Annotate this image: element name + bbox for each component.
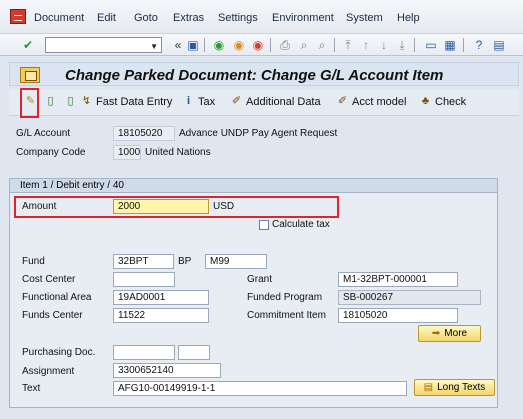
arrow-right-icon: ➡ [431, 328, 441, 339]
text-field[interactable]: AFG10-00149919-1-1 [113, 381, 407, 396]
menu-edit[interactable]: Edit [97, 12, 116, 24]
acct-model-icon: ✐ [337, 95, 348, 107]
other-document-button[interactable]: ▯ [44, 95, 57, 108]
assignment-label: Assignment [22, 366, 75, 377]
fast-data-entry-button[interactable]: ▯ ↯ Fast Data Entry [64, 95, 172, 108]
last-page-icon[interactable]: ⤓ [394, 37, 410, 53]
fund-business-area-label: BP [178, 256, 192, 267]
grant-label: Grant [247, 274, 273, 285]
menu-extras[interactable]: Extras [173, 12, 204, 24]
info-icon: i [186, 95, 191, 107]
gl-account-description: Advance UNDP Pay Agent Request [179, 128, 338, 139]
application-toolbar: ✎ ▯ ▯ ↯ Fast Data Entry i Tax ✐ Addition… [9, 89, 519, 116]
cancel-icon[interactable]: ◉ [250, 37, 266, 53]
text-label: Text [22, 383, 41, 394]
title-area: Change Parked Document: Change G/L Accou… [9, 62, 519, 86]
check-label: Check [435, 95, 467, 108]
company-code-field[interactable]: 1000 [113, 145, 141, 160]
tax-label: Tax [198, 95, 216, 108]
print-icon[interactable]: ⎙ [277, 37, 293, 53]
check-button[interactable]: ♣ Check [419, 95, 466, 108]
document-icon[interactable] [20, 67, 40, 83]
more-button[interactable]: ➡ More [418, 325, 481, 342]
document-switch-icon: ▯ [47, 95, 54, 107]
menu-goto[interactable]: Goto [134, 12, 158, 24]
help-icon[interactable]: ? [471, 37, 487, 53]
menu-help[interactable]: Help [397, 12, 420, 24]
company-code-label: Company Code [16, 147, 86, 158]
long-texts-label: Long Texts [437, 382, 486, 393]
tax-button[interactable]: i Tax [182, 95, 215, 108]
cost-center-label: Cost Center [22, 274, 76, 285]
commitment-item-field[interactable]: 18105020 [338, 308, 458, 323]
additional-data-icon: ✐ [231, 95, 242, 107]
additional-data-button[interactable]: ✐ Additional Data [230, 95, 321, 108]
shortcut-icon[interactable]: ▦ [442, 37, 458, 53]
funds-center-label: Funds Center [22, 310, 83, 321]
funded-program-field[interactable]: SB-000267 [338, 290, 481, 305]
cost-center-field[interactable] [113, 272, 175, 287]
gl-account-field[interactable]: 18105020 [113, 126, 175, 141]
funds-center-field[interactable]: 11522 [113, 308, 209, 323]
new-session-icon[interactable]: ▭ [423, 37, 439, 53]
check-icon[interactable]: ✔ [20, 37, 36, 53]
acct-model-button[interactable]: ✐ Acct model [336, 95, 407, 108]
find-next-icon[interactable]: ⌕ [314, 37, 330, 53]
find-icon[interactable]: ⌕ [296, 37, 312, 53]
long-texts-button[interactable]: ▤ Long Texts [414, 379, 495, 396]
sap-menu-icon[interactable] [10, 9, 26, 24]
fund-field[interactable]: 32BPT [113, 254, 174, 269]
page-title: Change Parked Document: Change G/L Accou… [65, 67, 444, 84]
highlight-box-amount [14, 196, 339, 218]
calculate-tax-checkbox[interactable] [259, 220, 269, 230]
commitment-item-label: Commitment Item [247, 310, 326, 321]
fast-data-entry-label: Fast Data Entry [96, 95, 173, 108]
highlight-box-display-change [20, 88, 39, 118]
more-label: More [444, 328, 468, 339]
purchasing-doc-label: Purchasing Doc. [22, 347, 96, 358]
long-texts-icon: ▤ [423, 382, 434, 393]
company-code-description: United Nations [145, 147, 211, 158]
standard-toolbar: ✔ ▼ « ▣ ◉ ◉ ◉ ⎙ ⌕ ⌕ ⤒ ↑ ↓ ⤓ ▭ ▦ ? ▤ [0, 34, 523, 56]
gl-account-label: G/L Account [16, 128, 71, 139]
check-icon: ♣ [421, 95, 430, 107]
menu-bar: Document Edit Goto Extras Settings Envir… [0, 0, 523, 34]
exit-icon[interactable]: ◉ [231, 37, 247, 53]
save-icon[interactable]: ▣ [185, 37, 201, 53]
purchasing-doc-field[interactable] [113, 345, 175, 360]
previous-page-icon[interactable]: ↑ [358, 37, 374, 53]
item-group-title: Item 1 / Debit entry / 40 [10, 179, 497, 193]
menu-settings[interactable]: Settings [218, 12, 258, 24]
purchasing-doc-item-field[interactable] [178, 345, 210, 360]
additional-data-label: Additional Data [246, 95, 321, 108]
chevron-down-icon[interactable]: ▼ [150, 42, 158, 51]
create-document-icon: ▯ [67, 95, 74, 107]
calculate-tax-label: Calculate tax [272, 219, 330, 230]
command-field[interactable]: ▼ [45, 37, 162, 53]
first-page-icon[interactable]: ⤒ [340, 37, 356, 53]
fund-label: Fund [22, 256, 45, 267]
funded-program-label: Funded Program [247, 292, 323, 303]
acct-model-label: Acct model [352, 95, 407, 108]
back-icon[interactable]: ◉ [211, 37, 227, 53]
assignment-field[interactable]: 3300652140 [113, 363, 221, 378]
functional-area-field[interactable]: 19AD0001 [113, 290, 209, 305]
fast-entry-icon: ↯ [81, 95, 92, 107]
functional-area-label: Functional Area [22, 292, 92, 303]
layout-icon[interactable]: ▤ [491, 37, 507, 53]
grant-field[interactable]: M1-32BPT-000001 [338, 272, 458, 287]
menu-document[interactable]: Document [34, 12, 84, 24]
fund-extra-field[interactable]: M99 [205, 254, 267, 269]
menu-environment[interactable]: Environment [272, 12, 334, 24]
menu-system[interactable]: System [346, 12, 383, 24]
double-chevron-left-icon[interactable]: « [170, 37, 186, 53]
next-page-icon[interactable]: ↓ [376, 37, 392, 53]
